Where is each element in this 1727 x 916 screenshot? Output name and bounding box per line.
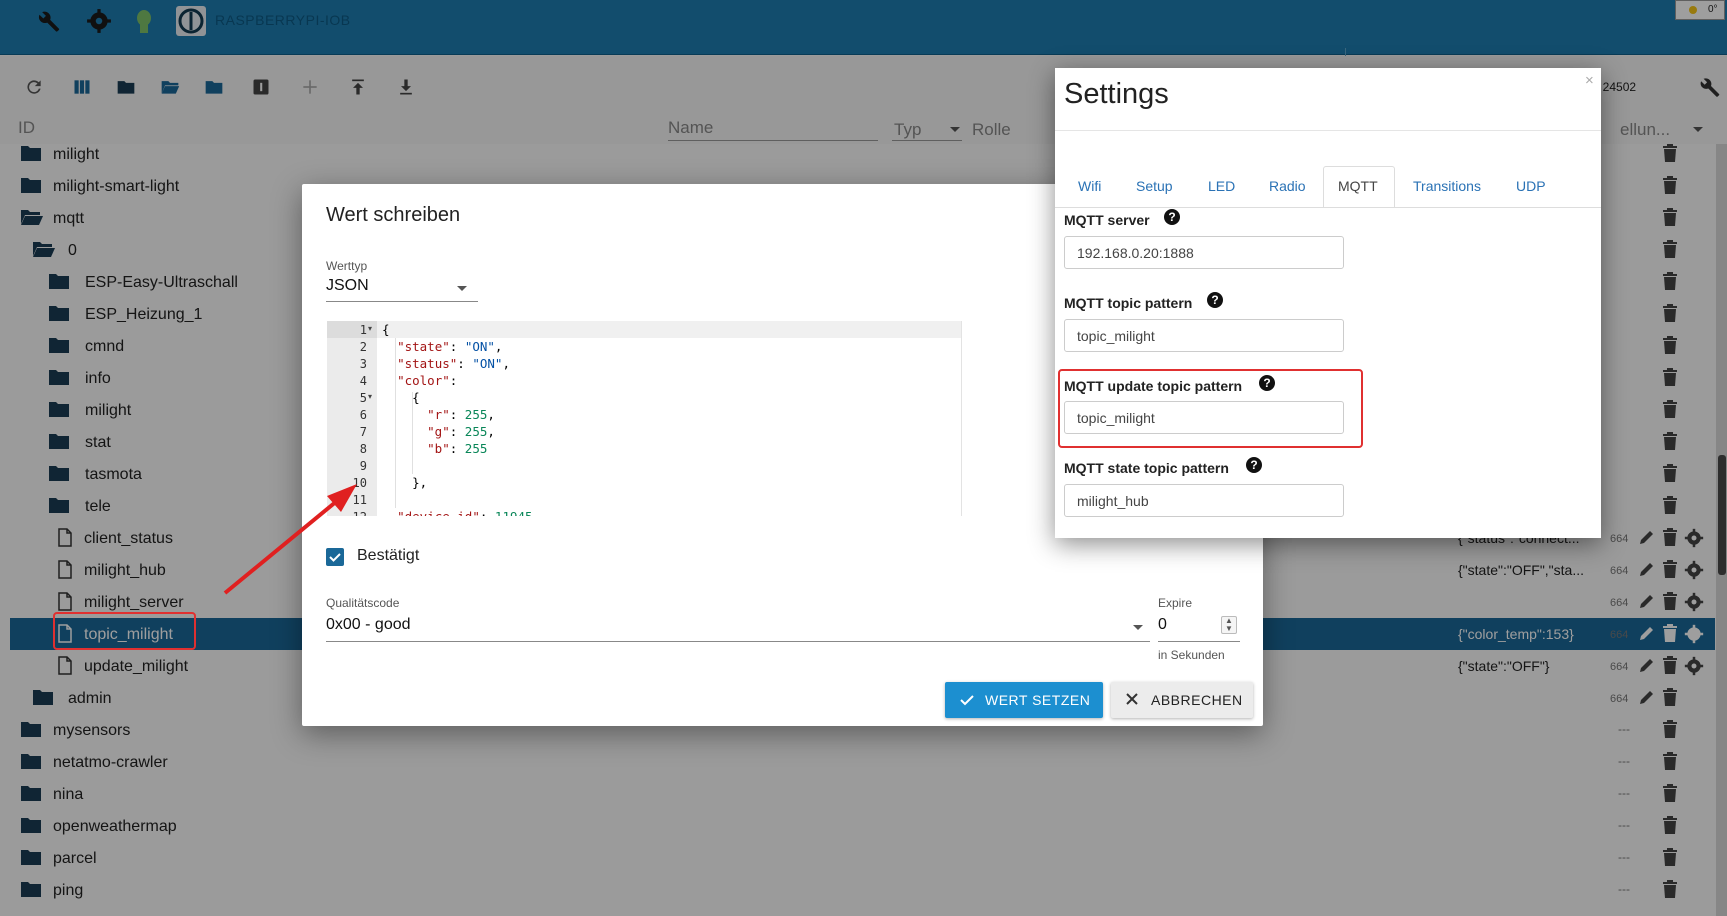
tab-transitions[interactable]: Transitions [1413,178,1481,194]
werttyp-select[interactable]: JSON [326,277,369,295]
line-number: 6 [359,408,367,422]
tab-led[interactable]: LED [1208,178,1235,194]
settings-dialog: Settings × Wifi Setup LED Radio MQTT Tra… [1055,68,1601,538]
line-number: 9 [359,459,367,473]
line-number: 4 [359,374,367,388]
settings-close-icon[interactable]: × [1585,72,1594,89]
tab-udp[interactable]: UDP [1516,178,1546,194]
expire-input[interactable]: 0 [1158,616,1167,634]
tab-mqtt[interactable]: MQTT [1338,178,1378,194]
line-number: 8 [359,442,367,456]
line-number: 1 [359,323,367,337]
highlight-box-topic [53,612,196,650]
tab-radio[interactable]: Radio [1269,178,1306,194]
tab-wifi[interactable]: Wifi [1078,178,1101,194]
highlight-box-update-topic [1058,369,1363,448]
line-number: 2 [359,340,367,354]
mqtt-server-input[interactable]: 192.168.0.20:1888 [1064,236,1344,269]
cancel-label: ABBRECHEN [1151,692,1243,708]
help-icon[interactable]: ? [1207,292,1223,308]
confirmed-label: Bestätigt [357,547,420,564]
help-icon[interactable]: ? [1246,457,1262,473]
quality-select[interactable]: 0x00 - good [326,616,411,634]
json-editor[interactable]: 123456789101112 ▾ ▾ { "state": "ON", "st… [327,321,962,516]
werttyp-dropdown-icon[interactable] [457,286,467,291]
close-icon [1126,693,1138,705]
dialog-title: Wert schreiben [326,204,461,226]
mqtt-state-topic-label: MQTT state topic pattern [1064,460,1229,476]
mqtt-server-label: MQTT server [1064,212,1150,228]
quality-label: Qualitätscode [326,596,400,610]
annotation-arrow [223,484,357,595]
cancel-button[interactable]: ABBRECHEN [1111,682,1253,718]
line-number: 3 [359,357,367,371]
set-value-button[interactable]: WERT SETZEN [945,682,1103,718]
mqtt-topic-pattern-input[interactable]: topic_milight [1064,319,1344,352]
quality-dropdown-icon[interactable] [1133,625,1143,630]
line-number: 7 [359,425,367,439]
check-icon [960,695,974,706]
expire-label: Expire [1158,596,1193,610]
mqtt-topic-pattern-label: MQTT topic pattern [1064,295,1193,311]
werttyp-label: Werttyp [326,259,368,273]
tab-setup[interactable]: Setup [1136,178,1173,194]
set-value-label: WERT SETZEN [985,692,1091,708]
expire-stepper[interactable]: ▲ ▼ [1221,616,1237,634]
help-icon[interactable]: ? [1164,209,1180,225]
settings-title: Settings [1064,78,1169,110]
mqtt-state-topic-input[interactable]: milight_hub [1064,484,1344,517]
line-number: 5 [359,391,367,405]
expire-unit: in Sekunden [1158,648,1225,662]
